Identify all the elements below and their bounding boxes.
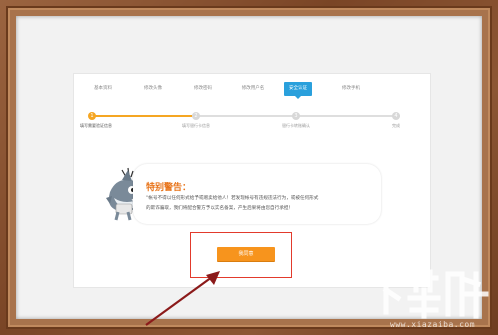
watermark-url: www.xiazaiba.com: [390, 320, 476, 329]
account-tabs: 基本资料 修改头像 修改密码 修改用户名 安全认证 修改手机: [74, 82, 430, 98]
tab-change-phone[interactable]: 修改手机: [336, 82, 366, 96]
tab-change-username[interactable]: 修改用户名: [234, 82, 272, 96]
tab-change-avatar[interactable]: 修改头像: [138, 82, 168, 96]
verification-steps: 1 2 3 4 填写需要验证信息 填写银行卡信息 银行卡转账确认 完成: [80, 112, 404, 132]
step-2-label: 填写银行卡信息: [182, 123, 210, 128]
step-1-label: 填写需要验证信息: [80, 123, 112, 128]
step-3-dot: 3: [292, 112, 300, 120]
warning-line-2: 的欺诈骗取，我们将配合警方予以实名备案，产生后果将由您自行承担！: [146, 206, 294, 211]
warning-title: 特别警告：: [146, 183, 192, 193]
step-3-label: 银行卡转账确认: [282, 123, 310, 128]
step-4-dot: 4: [392, 112, 400, 120]
warning-line-1: “帐号不得以任何形式给予或赠卖给他人！若发现帐号有违规违法行为，或被任何形式: [146, 196, 319, 201]
tab-security-verification[interactable]: 安全认证: [284, 82, 312, 96]
pointer-arrow-icon: [145, 271, 220, 326]
step-1-dot: 1: [88, 112, 96, 120]
active-tab-caret: [295, 96, 301, 99]
step-track-done: [92, 115, 192, 117]
warning-text: “帐号不得以任何形式给予或赠卖给他人！若发现帐号有违规违法行为，或被任何形式 的…: [146, 194, 371, 214]
tab-basic-info[interactable]: 基本资料: [88, 82, 118, 96]
step-4-label: 完成: [392, 123, 400, 128]
tab-change-password[interactable]: 修改密码: [188, 82, 218, 96]
step-2-dot: 2: [192, 112, 200, 120]
